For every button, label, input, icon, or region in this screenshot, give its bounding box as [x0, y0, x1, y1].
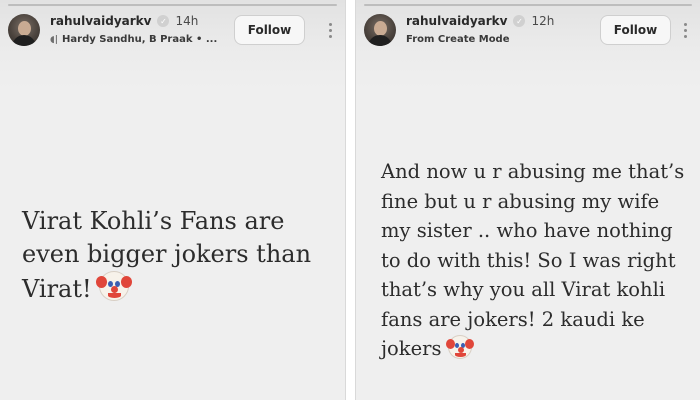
avatar-body — [12, 35, 36, 46]
post-time: 14h — [175, 14, 199, 28]
verified-badge-icon: ✓ — [157, 15, 170, 27]
follow-button[interactable]: Follow — [234, 15, 305, 45]
story-text: And now u r abusing me that’s fine but u… — [381, 157, 693, 364]
follow-button[interactable]: Follow — [600, 15, 671, 45]
username[interactable]: rahulvaidyarkv — [50, 14, 151, 28]
clown-face-icon — [445, 335, 474, 359]
avatar-face — [18, 21, 31, 36]
more-options-icon[interactable] — [681, 18, 689, 42]
story-header: rahulvaidyarkv ✓ 14h ◖| Hardy Sandhu, B … — [6, 10, 339, 52]
verified-badge-icon: ✓ — [513, 15, 526, 27]
audio-row[interactable]: ◖| Hardy Sandhu, B Praak • ... — [50, 34, 217, 45]
panel-divider — [345, 0, 356, 400]
story-progress-bar — [8, 4, 337, 6]
story-text: Virat Kohli’s Fans are even bigger joker… — [22, 205, 337, 306]
username[interactable]: rahulvaidyarkv — [406, 14, 507, 28]
story-header: rahulvaidyarkv ✓ 12h From Create Mode Fo… — [362, 10, 694, 52]
create-mode-label: From Create Mode — [406, 34, 510, 45]
avatar-face — [374, 21, 387, 36]
progress-segment — [8, 4, 337, 6]
progress-segment — [364, 4, 692, 6]
audio-label: Hardy Sandhu, B Praak • ... — [62, 34, 218, 45]
avatar-body — [368, 35, 392, 46]
more-options-icon[interactable] — [326, 18, 334, 42]
post-time: 12h — [531, 14, 555, 28]
avatar[interactable] — [8, 14, 40, 46]
clown-face-icon — [96, 271, 133, 301]
story-text-body: And now u r abusing me that’s fine but u… — [381, 160, 685, 360]
user-row: rahulvaidyarkv ✓ 12h — [406, 14, 554, 28]
create-mode-row[interactable]: From Create Mode — [406, 34, 510, 45]
user-row: rahulvaidyarkv ✓ 14h — [50, 14, 198, 28]
story-text-body: Virat Kohli’s Fans are even bigger joker… — [22, 207, 312, 303]
story-panel-left[interactable]: rahulvaidyarkv ✓ 14h ◖| Hardy Sandhu, B … — [0, 0, 345, 400]
avatar[interactable] — [364, 14, 396, 46]
story-panel-right[interactable]: rahulvaidyarkv ✓ 12h From Create Mode Fo… — [356, 0, 700, 400]
music-note-icon: ◖| — [50, 34, 59, 45]
story-progress-bar — [364, 4, 692, 6]
